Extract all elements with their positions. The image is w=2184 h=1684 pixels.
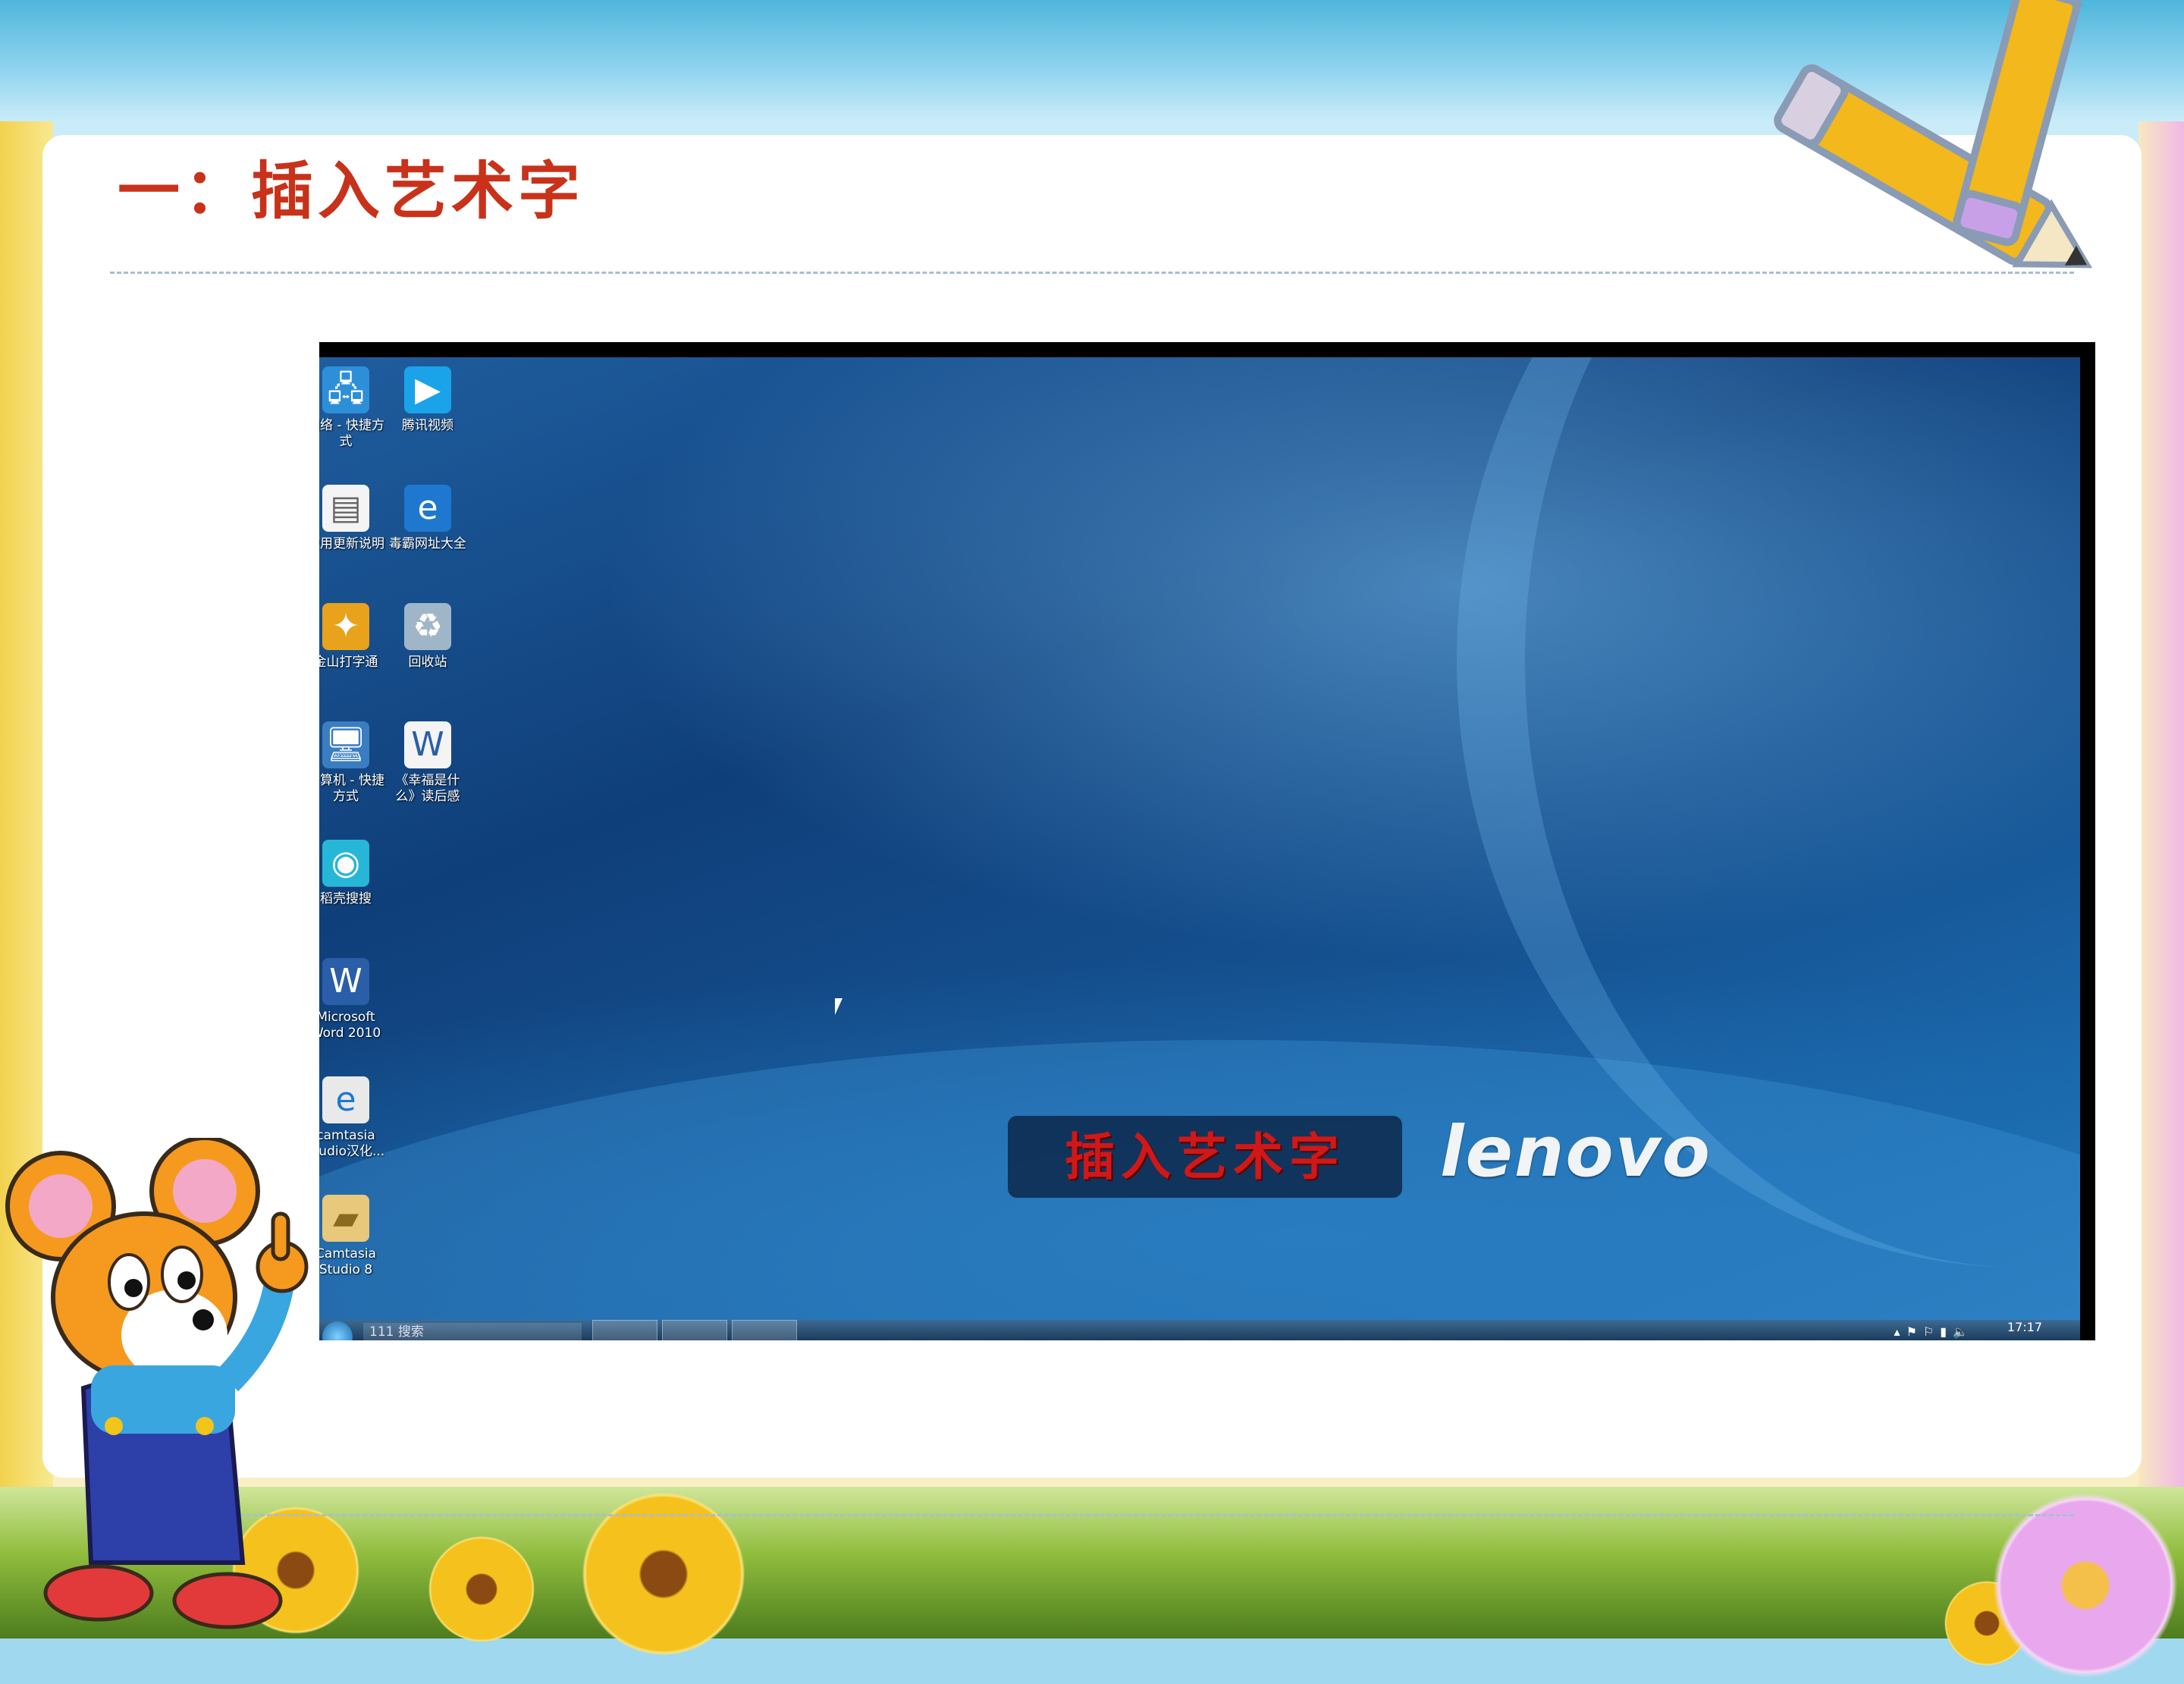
typing-app-icon: ✦ xyxy=(322,603,369,650)
taskbar-ie-button[interactable] xyxy=(592,1320,657,1340)
video-play-icon: ▶ xyxy=(404,366,451,413)
desktop-icon-recycle-bin[interactable]: ♻ 回收站 xyxy=(386,603,469,671)
lenovo-logo: lenovo xyxy=(1440,1111,1712,1192)
network-icon: 🖧 xyxy=(322,366,369,413)
desktop-icon-daoke-search[interactable]: ◉ 稻壳搜搜 xyxy=(319,840,388,907)
computer-icon: 🖥 xyxy=(322,721,369,768)
desktop-screenshot: 🖧 网络 - 快捷方式 ▶ 腾讯视频 ▤ 使用更新说明 e 毒霸网址大全 ✦ 金… xyxy=(319,342,2095,1340)
folder-icon: ▰ xyxy=(322,1195,369,1242)
sunflower-icon xyxy=(425,1532,538,1646)
system-tray-icons[interactable]: ▴⚑⚐▮🔈 xyxy=(1894,1324,1974,1339)
desktop-icon-update-notes[interactable]: ▤ 使用更新说明 xyxy=(319,485,388,552)
desktop-icon-network[interactable]: 🖧 网络 - 快捷方式 xyxy=(319,366,388,450)
internet-explorer-icon: e xyxy=(404,485,451,532)
desktop-icon-essay-doc[interactable]: W 《幸福是什么》读后感 xyxy=(386,721,469,805)
bottom-divider xyxy=(110,1514,2074,1516)
desktop-icon-word-2010[interactable]: W Microsoft Word 2010 xyxy=(319,958,388,1042)
desktop-icon-camtasia-setup[interactable]: e camtasia studio汉化... xyxy=(319,1076,388,1160)
taskbar-search-box[interactable]: 111 搜索 xyxy=(363,1323,582,1340)
recycle-bin-icon: ♻ xyxy=(404,603,451,650)
word-art-banner: 插入艺术字 xyxy=(1008,1116,1402,1198)
pencils-decoration-icon xyxy=(1774,0,2093,269)
mouse-mascot-icon xyxy=(5,1138,309,1629)
mouse-cursor-icon xyxy=(835,998,843,1015)
desktop-icon-tencent-video[interactable]: ▶ 腾讯视频 xyxy=(386,366,469,434)
pink-flower-icon xyxy=(1987,1487,2184,1684)
taskbar-camtasia-button[interactable] xyxy=(732,1320,797,1340)
word-icon: W xyxy=(322,958,369,1005)
windows-desktop: 🖧 网络 - 快捷方式 ▶ 腾讯视频 ▤ 使用更新说明 e 毒霸网址大全 ✦ 金… xyxy=(319,357,2080,1340)
start-button[interactable] xyxy=(322,1321,353,1340)
search-app-icon: ◉ xyxy=(322,840,369,887)
word-document-icon: W xyxy=(404,721,451,768)
desktop-icon-computer[interactable]: 🖥 计算机 - 快捷方式 xyxy=(319,721,388,805)
taskbar: 111 搜索 ▴⚑⚐▮🔈 17:17 xyxy=(319,1320,2080,1340)
taskbar-app-button[interactable] xyxy=(662,1320,727,1340)
desktop-icon-camtasia-folder[interactable]: ▰ Camtasia Studio 8 xyxy=(319,1195,388,1278)
desktop-icon-duba-sites[interactable]: e 毒霸网址大全 xyxy=(386,485,469,552)
taskbar-clock[interactable]: 17:17 xyxy=(2007,1320,2042,1335)
desktop-icon-typing[interactable]: ✦ 金山打字通 xyxy=(319,603,388,671)
camtasia-setup-icon: e xyxy=(322,1076,369,1123)
document-icon: ▤ xyxy=(322,485,369,532)
flower-meadow-decoration xyxy=(0,1487,2184,1684)
sunflower-icon xyxy=(576,1487,751,1661)
slide-title: 一：插入艺术字 xyxy=(118,155,585,228)
